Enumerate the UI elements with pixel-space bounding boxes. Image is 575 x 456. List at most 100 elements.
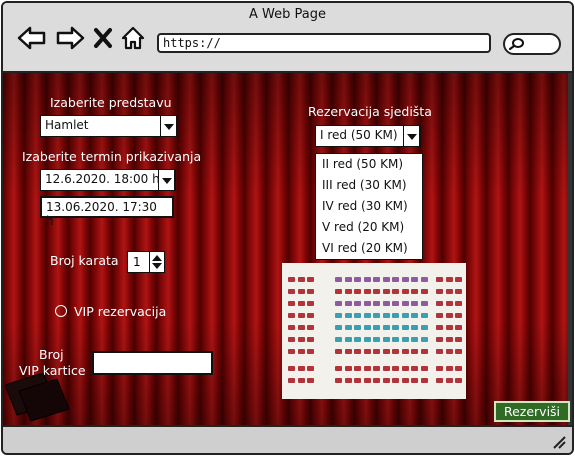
- seat[interactable]: [307, 325, 314, 330]
- seat[interactable]: [307, 277, 314, 282]
- seat[interactable]: [344, 325, 352, 330]
- seat[interactable]: [436, 277, 443, 282]
- seat[interactable]: [445, 289, 453, 294]
- stepper-down-icon[interactable]: [152, 263, 162, 269]
- seat[interactable]: [382, 366, 390, 371]
- seat[interactable]: [363, 337, 371, 342]
- seat[interactable]: [363, 325, 371, 330]
- seat[interactable]: [297, 366, 305, 371]
- seat[interactable]: [445, 301, 453, 306]
- seat[interactable]: [363, 289, 371, 294]
- seat[interactable]: [373, 325, 380, 330]
- seat[interactable]: [455, 349, 462, 354]
- seat[interactable]: [373, 289, 380, 294]
- seat[interactable]: [297, 349, 305, 354]
- seat[interactable]: [335, 313, 342, 318]
- seat[interactable]: [455, 337, 462, 342]
- seat[interactable]: [411, 301, 418, 306]
- seat[interactable]: [335, 378, 342, 383]
- seat[interactable]: [455, 325, 462, 330]
- scrollbar[interactable]: [568, 73, 572, 429]
- seat[interactable]: [382, 313, 390, 318]
- show-select[interactable]: Hamlet: [40, 115, 178, 137]
- seat[interactable]: [288, 325, 295, 330]
- seat[interactable]: [335, 366, 342, 371]
- seat[interactable]: [401, 277, 409, 282]
- seat[interactable]: [363, 349, 371, 354]
- seat[interactable]: [411, 277, 418, 282]
- seat[interactable]: [420, 337, 428, 342]
- seating-option[interactable]: IV red (30 KM): [316, 196, 422, 217]
- seat[interactable]: [420, 289, 428, 294]
- seat[interactable]: [354, 337, 361, 342]
- seat[interactable]: [335, 325, 342, 330]
- seat[interactable]: [445, 277, 453, 282]
- seat[interactable]: [401, 301, 409, 306]
- seat[interactable]: [411, 289, 418, 294]
- seat[interactable]: [401, 325, 409, 330]
- seat[interactable]: [420, 325, 428, 330]
- seat[interactable]: [288, 378, 295, 383]
- seat[interactable]: [307, 301, 314, 306]
- seat[interactable]: [354, 313, 361, 318]
- seat[interactable]: [335, 349, 342, 354]
- seat[interactable]: [401, 337, 409, 342]
- seat[interactable]: [436, 325, 443, 330]
- seat[interactable]: [373, 277, 380, 282]
- seat[interactable]: [392, 313, 399, 318]
- seat[interactable]: [297, 289, 305, 294]
- seat[interactable]: [354, 378, 361, 383]
- seat[interactable]: [288, 289, 295, 294]
- seat[interactable]: [297, 301, 305, 306]
- seat[interactable]: [420, 349, 428, 354]
- seat[interactable]: [445, 337, 453, 342]
- seat[interactable]: [455, 366, 462, 371]
- url-bar[interactable]: https://: [157, 33, 491, 53]
- seat[interactable]: [401, 313, 409, 318]
- term-select[interactable]: 12.6.2020. 18:00 h: [40, 169, 176, 191]
- seat[interactable]: [363, 378, 371, 383]
- seat[interactable]: [354, 349, 361, 354]
- chevron-down-icon[interactable]: [158, 169, 175, 191]
- seat[interactable]: [455, 301, 462, 306]
- seat[interactable]: [455, 378, 462, 383]
- seat[interactable]: [297, 277, 305, 282]
- seat[interactable]: [436, 289, 443, 294]
- seat[interactable]: [392, 349, 399, 354]
- seat[interactable]: [436, 313, 443, 318]
- seat[interactable]: [411, 349, 418, 354]
- seat[interactable]: [411, 313, 418, 318]
- seat[interactable]: [373, 301, 380, 306]
- seat[interactable]: [401, 366, 409, 371]
- seat[interactable]: [436, 301, 443, 306]
- seat[interactable]: [436, 337, 443, 342]
- seating-select[interactable]: I red (50 KM): [315, 125, 421, 147]
- seating-option[interactable]: II red (50 KM): [316, 154, 422, 175]
- seat[interactable]: [288, 301, 295, 306]
- seat[interactable]: [401, 289, 409, 294]
- seat[interactable]: [307, 366, 314, 371]
- search-box[interactable]: [503, 33, 561, 55]
- seat[interactable]: [445, 378, 453, 383]
- seat[interactable]: [335, 289, 342, 294]
- seat[interactable]: [392, 301, 399, 306]
- seat[interactable]: [354, 289, 361, 294]
- seat[interactable]: [401, 349, 409, 354]
- seat[interactable]: [436, 349, 443, 354]
- seat[interactable]: [354, 301, 361, 306]
- seat[interactable]: [373, 366, 380, 371]
- seat-map[interactable]: [282, 263, 466, 399]
- seat[interactable]: [297, 337, 305, 342]
- forward-arrow-icon[interactable]: [55, 25, 85, 51]
- seat[interactable]: [411, 325, 418, 330]
- seat[interactable]: [288, 277, 295, 282]
- seat[interactable]: [307, 349, 314, 354]
- seat[interactable]: [392, 325, 399, 330]
- seat[interactable]: [373, 378, 380, 383]
- seat[interactable]: [392, 378, 399, 383]
- seat[interactable]: [382, 301, 390, 306]
- chevron-down-icon[interactable]: [403, 125, 420, 147]
- tickets-stepper[interactable]: 1: [127, 251, 165, 273]
- seat[interactable]: [455, 313, 462, 318]
- seat[interactable]: [307, 289, 314, 294]
